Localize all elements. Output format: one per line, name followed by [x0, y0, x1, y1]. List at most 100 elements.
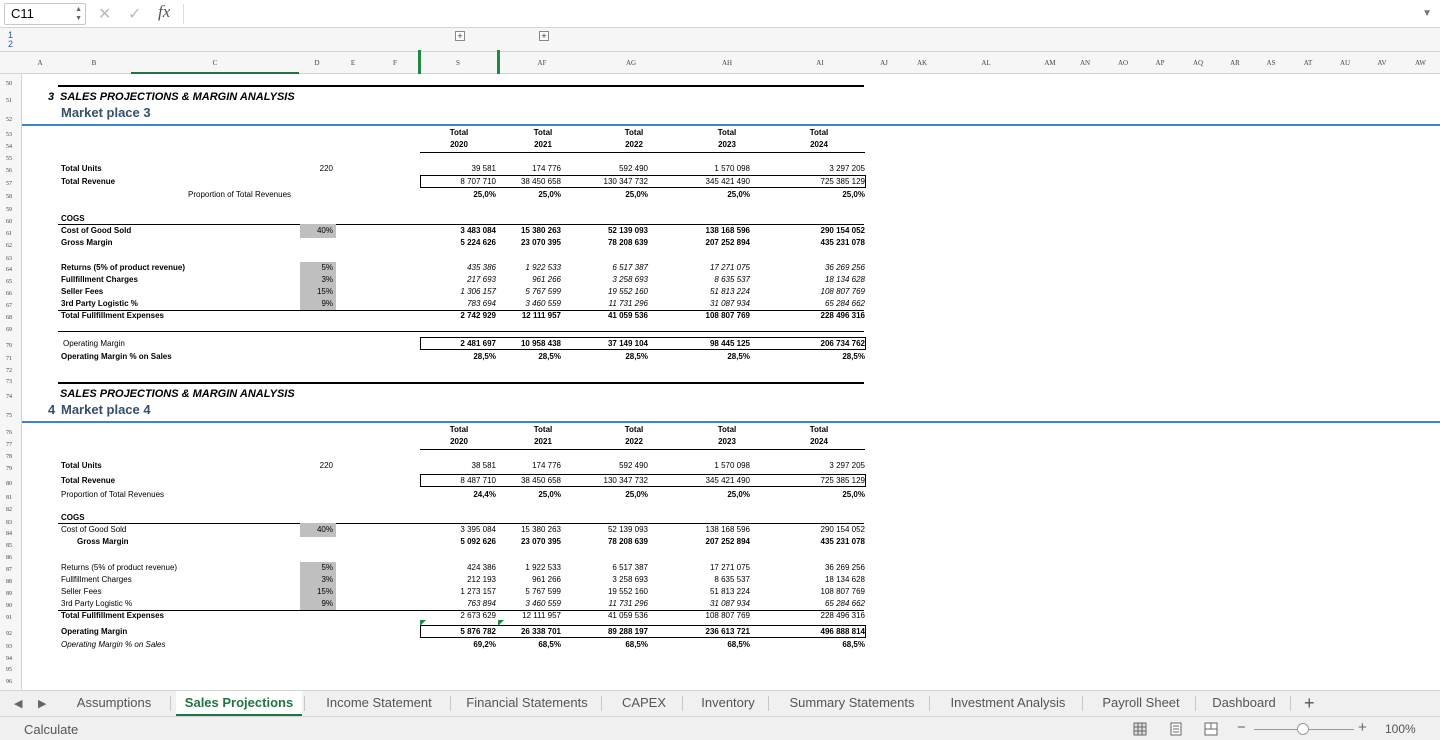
zoom-slider-thumb[interactable]: [1297, 723, 1309, 735]
row-header[interactable]: 53: [0, 132, 22, 138]
row-header[interactable]: 70: [0, 343, 22, 349]
page-layout-view-icon[interactable]: [1169, 722, 1183, 736]
zoom-out-button[interactable]: −: [1237, 719, 1246, 736]
column-header[interactable]: B: [58, 52, 130, 74]
column-header[interactable]: AQ: [1179, 52, 1217, 74]
row-header[interactable]: 72: [0, 368, 22, 374]
row-header[interactable]: 74: [0, 394, 22, 400]
row-header[interactable]: 65: [0, 279, 22, 285]
row-header[interactable]: 54: [0, 144, 22, 150]
column-header[interactable]: AI: [779, 52, 861, 74]
row-header[interactable]: 51: [0, 98, 22, 104]
column-header[interactable]: AG: [587, 52, 675, 74]
column-header[interactable]: C: [131, 52, 299, 74]
row-header[interactable]: 87: [0, 567, 22, 573]
row-header[interactable]: 90: [0, 603, 22, 609]
row-header[interactable]: 84: [0, 531, 22, 537]
page-break-view-icon[interactable]: [1204, 722, 1218, 736]
row-header[interactable]: 60: [0, 219, 22, 225]
column-header[interactable]: AK: [907, 52, 937, 74]
row-header[interactable]: 52: [0, 117, 22, 123]
expand-group-icon[interactable]: +: [539, 31, 549, 41]
row-header[interactable]: 59: [0, 207, 22, 213]
column-header[interactable]: AU: [1327, 52, 1363, 74]
sheet-tab-capex[interactable]: CAPEX: [608, 691, 680, 716]
column-header[interactable]: AM: [1035, 52, 1065, 74]
row-header[interactable]: 69: [0, 327, 22, 333]
function-icon[interactable]: fx: [158, 2, 170, 22]
column-header[interactable]: AS: [1253, 52, 1289, 74]
row-header[interactable]: 80: [0, 481, 22, 487]
column-header[interactable]: AO: [1105, 52, 1141, 74]
row-header[interactable]: 93: [0, 644, 22, 650]
row-header[interactable]: 67: [0, 303, 22, 309]
row-header[interactable]: 95: [0, 667, 22, 673]
name-box[interactable]: C11 ▲ ▼: [4, 3, 86, 25]
row-header[interactable]: 86: [0, 555, 22, 561]
add-sheet-button[interactable]: +: [1304, 693, 1315, 714]
column-header[interactable]: AH: [675, 52, 779, 74]
column-header[interactable]: AW: [1401, 52, 1440, 74]
row-header[interactable]: 88: [0, 579, 22, 585]
column-header[interactable]: AJ: [861, 52, 907, 74]
column-header[interactable]: F: [371, 52, 419, 74]
sheet-tab-inventory[interactable]: Inventory: [690, 691, 766, 716]
sheet-tab-assumptions[interactable]: Assumptions: [60, 691, 168, 716]
column-header[interactable]: AR: [1217, 52, 1253, 74]
row-header[interactable]: 71: [0, 356, 22, 362]
column-header[interactable]: S: [419, 52, 497, 74]
column-header[interactable]: AL: [937, 52, 1035, 74]
error-indicator-icon[interactable]: [420, 620, 426, 626]
row-header[interactable]: 56: [0, 168, 22, 174]
row-header[interactable]: 85: [0, 543, 22, 549]
row-header[interactable]: 62: [0, 243, 22, 249]
sheet-tab-investment-analysis[interactable]: Investment Analysis: [936, 691, 1080, 716]
column-header[interactable]: AP: [1141, 52, 1179, 74]
cancel-icon[interactable]: ✕: [98, 4, 111, 24]
column-header[interactable]: AF: [497, 52, 587, 74]
name-box-spinner-icon[interactable]: ▲ ▼: [75, 5, 82, 23]
row-header[interactable]: 81: [0, 495, 22, 501]
row-header[interactable]: 79: [0, 466, 22, 472]
column-header[interactable]: E: [335, 52, 371, 74]
row-header[interactable]: 57: [0, 181, 22, 187]
sheet-tab-sales-projections[interactable]: Sales Projections: [176, 691, 302, 716]
sheet-tab-income-statement[interactable]: Income Statement: [310, 691, 448, 716]
row-header[interactable]: 50: [0, 81, 22, 87]
error-indicator-icon[interactable]: [498, 620, 504, 626]
row-header[interactable]: 58: [0, 194, 22, 200]
normal-view-icon[interactable]: [1133, 722, 1147, 736]
row-header[interactable]: 82: [0, 507, 22, 513]
confirm-icon[interactable]: ✓: [128, 4, 141, 24]
row-header[interactable]: 83: [0, 520, 22, 526]
zoom-in-button[interactable]: +: [1358, 719, 1367, 736]
next-sheet-icon[interactable]: ▶: [38, 697, 46, 710]
row-header[interactable]: 89: [0, 591, 22, 597]
row-header[interactable]: 94: [0, 656, 22, 662]
row-header[interactable]: 91: [0, 615, 22, 621]
outline-level-2[interactable]: 2: [8, 39, 13, 49]
expand-group-icon[interactable]: +: [455, 31, 465, 41]
row-header[interactable]: 73: [0, 379, 22, 385]
row-header[interactable]: 78: [0, 454, 22, 460]
prev-sheet-icon[interactable]: ◀: [14, 697, 22, 710]
column-header[interactable]: AT: [1289, 52, 1327, 74]
column-header[interactable]: AV: [1363, 52, 1401, 74]
spreadsheet-grid[interactable]: 3 SALES PROJECTIONS & MARGIN ANALYSIS Mark…: [22, 74, 1440, 690]
row-header[interactable]: 63: [0, 256, 22, 262]
column-header[interactable]: AN: [1065, 52, 1105, 74]
row-header[interactable]: 92: [0, 631, 22, 637]
row-header[interactable]: 77: [0, 442, 22, 448]
row-header[interactable]: 55: [0, 156, 22, 162]
row-header[interactable]: 68: [0, 315, 22, 321]
sheet-tab-payroll-sheet[interactable]: Payroll Sheet: [1089, 691, 1193, 716]
row-header[interactable]: 61: [0, 231, 22, 237]
row-header[interactable]: 76: [0, 430, 22, 436]
column-header[interactable]: D: [299, 52, 335, 74]
row-header[interactable]: 75: [0, 413, 22, 419]
column-header[interactable]: A: [22, 52, 58, 74]
sheet-tab-financial-statements[interactable]: Financial Statements: [455, 691, 599, 716]
sheet-tab-dashboard[interactable]: Dashboard: [1200, 691, 1288, 716]
row-header[interactable]: 96: [0, 679, 22, 685]
sheet-tab-summary-statements[interactable]: Summary Statements: [777, 691, 927, 716]
